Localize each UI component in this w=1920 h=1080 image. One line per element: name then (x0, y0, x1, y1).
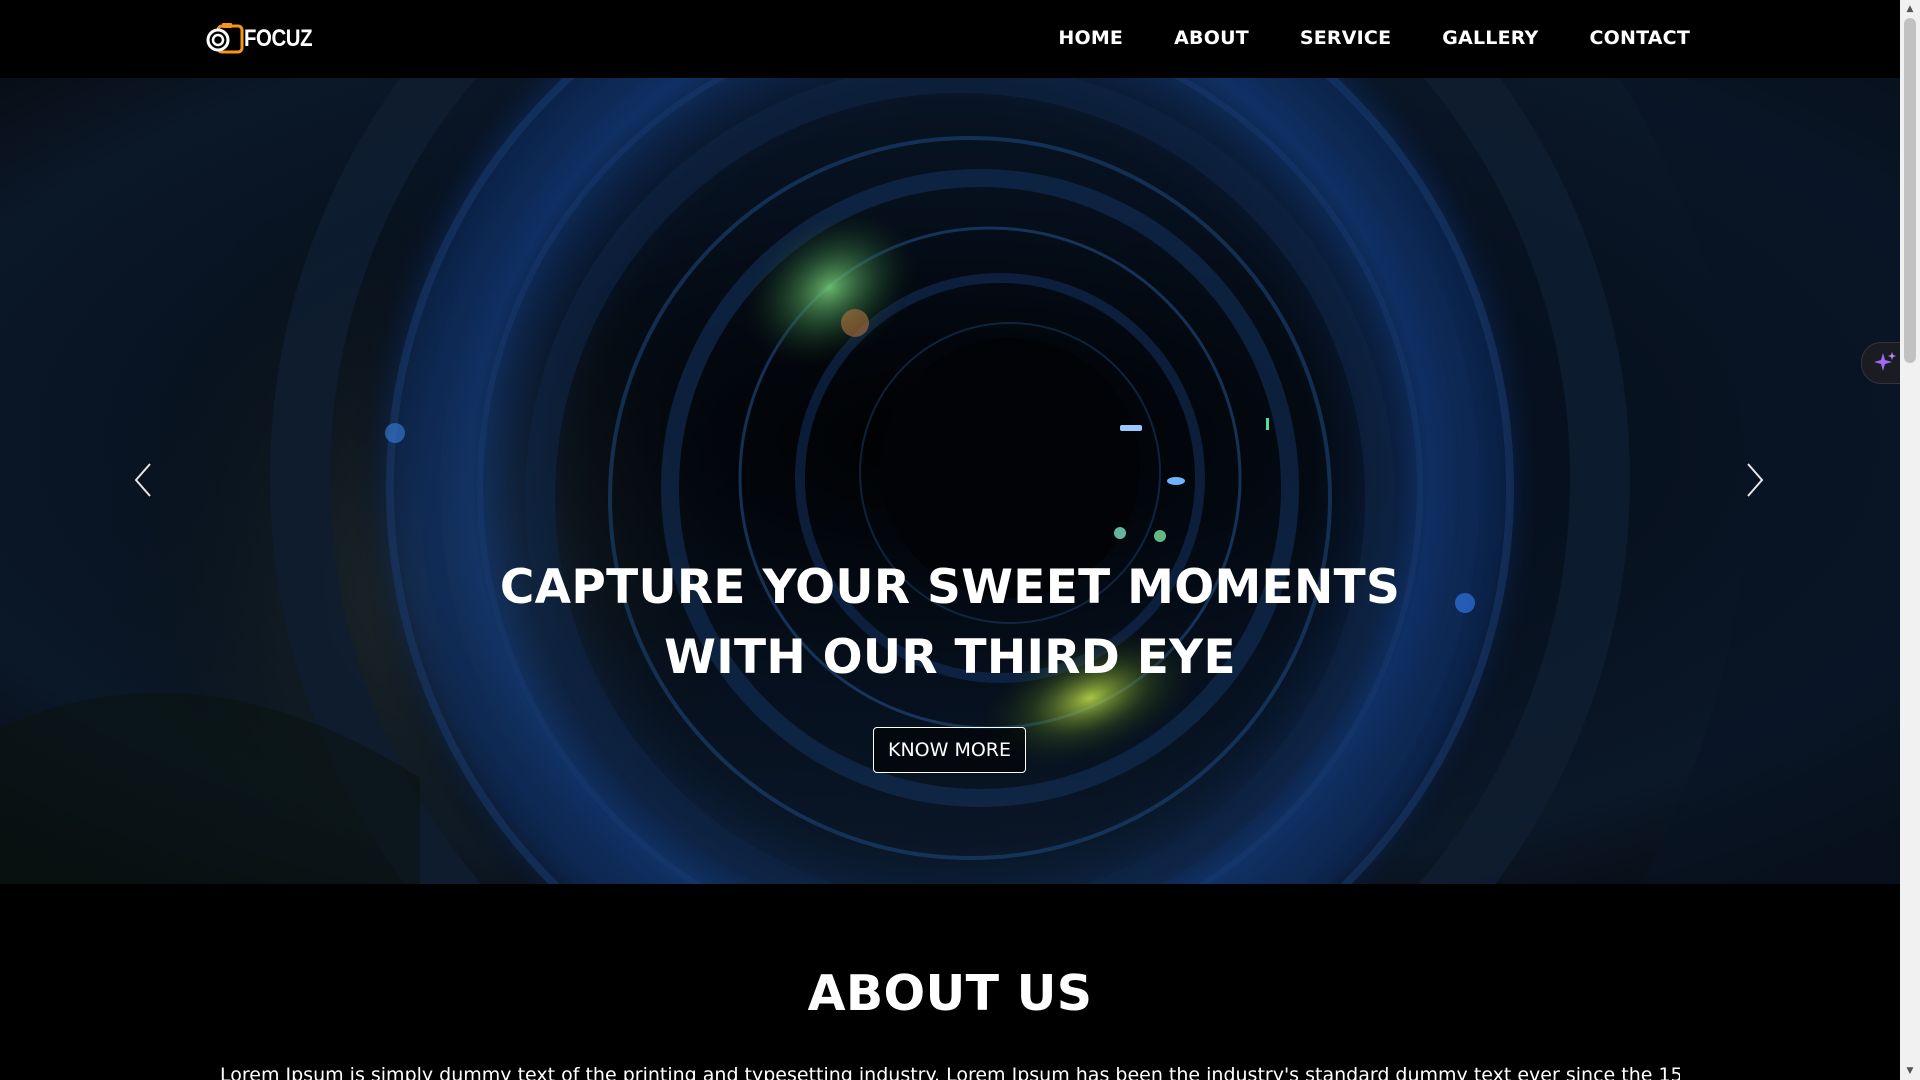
nav-gallery[interactable]: GALLERY (1442, 27, 1538, 49)
hero-title-line-1: CAPTURE YOUR SWEET MOMENTS (499, 560, 1401, 615)
logo[interactable]: FOCUZ (204, 22, 324, 56)
hero-title-line-2: WITH OUR THIRD EYE (664, 630, 1236, 685)
know-more-button[interactable]: KNOW MORE (873, 727, 1026, 773)
camera-logo-icon (206, 23, 244, 54)
nav-service[interactable]: SERVICE (1300, 27, 1391, 49)
scroll-thumb[interactable] (1904, 18, 1916, 363)
sparkle-icon (1874, 352, 1896, 371)
hero-title: CAPTURE YOUR SWEET MOMENTS WITH OUR THIR… (0, 553, 1900, 693)
nav-contact[interactable]: CONTACT (1590, 27, 1691, 49)
carousel-prev-button[interactable] (124, 458, 160, 502)
page: FOCUZ HOME ABOUT SERVICE GALLERY CONTACT (0, 0, 1900, 1080)
logo-text: FOCUZ (244, 25, 313, 52)
chevron-left-icon (134, 463, 151, 497)
chevron-right-icon (1747, 463, 1764, 497)
main-nav: HOME ABOUT SERVICE GALLERY CONTACT (1058, 27, 1690, 49)
about-text: Lorem Ipsum is simply dummy text of the … (220, 1064, 1680, 1080)
hero-carousel: CAPTURE YOUR SWEET MOMENTS WITH OUR THIR… (0, 78, 1900, 884)
nav-home[interactable]: HOME (1058, 27, 1123, 49)
carousel-next-button[interactable] (1738, 458, 1774, 502)
scroll-up-arrow-icon[interactable]: ▲ (1900, 0, 1920, 18)
nav-about[interactable]: ABOUT (1174, 27, 1249, 49)
navbar: FOCUZ HOME ABOUT SERVICE GALLERY CONTACT (0, 0, 1900, 78)
ai-assistant-button[interactable] (1861, 342, 1900, 384)
scroll-down-arrow-icon[interactable]: ▼ (1900, 1062, 1920, 1080)
page-scrollbar[interactable]: ▲ ▼ (1900, 0, 1920, 1080)
about-title: ABOUT US (807, 965, 1093, 1022)
